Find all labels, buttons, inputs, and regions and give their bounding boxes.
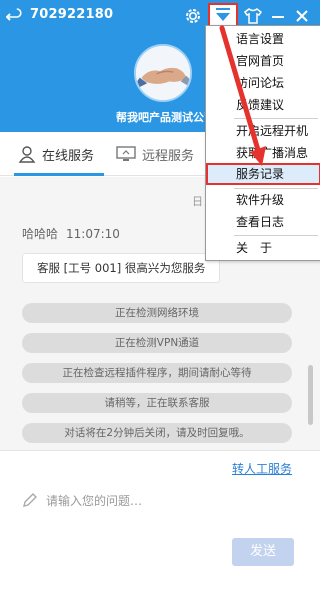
tab-online-label: 在线服务	[42, 148, 95, 164]
menu-item-remote-boot[interactable]: 开启远程开机	[206, 120, 320, 142]
menu-item-about[interactable]: 关 于	[206, 237, 320, 259]
menu-item-feedback[interactable]: 反馈建议	[206, 94, 320, 116]
menu-item-service-records[interactable]: 服务记录	[206, 163, 320, 185]
menu-item-forum[interactable]: 访问论坛	[206, 72, 320, 94]
close-icon[interactable]	[294, 8, 310, 24]
back-icon[interactable]	[6, 7, 24, 25]
message-sender: 哈哈哈 11:07:10	[22, 225, 120, 242]
status-message: 正在检测VPN通道	[22, 333, 292, 353]
settings-dropdown-menu: 语言设置 官网首页 访问论坛 反馈建议 开启远程开机 获取广播消息 服务记录 软…	[205, 25, 320, 261]
menu-separator	[234, 235, 318, 236]
sender-name: 哈哈哈	[22, 227, 59, 241]
tab-online-service[interactable]: 在线服务	[18, 132, 94, 176]
account-id: 702922180	[30, 7, 114, 22]
menu-item-broadcast[interactable]: 获取广播消息	[206, 142, 320, 164]
person-icon	[18, 146, 36, 163]
menu-separator	[234, 118, 318, 119]
message-input[interactable]: 请输入您的问题…	[46, 492, 142, 509]
menu-item-logs[interactable]: 查看日志	[206, 211, 320, 233]
sender-time: 11:07:10	[66, 227, 120, 241]
dropdown-arrow-icon	[216, 8, 230, 21]
status-message: 请稍等，正在联系客服	[22, 393, 292, 413]
menu-item-language[interactable]: 语言设置	[206, 28, 320, 50]
chat-scrollbar[interactable]	[308, 365, 313, 425]
tab-remote-label: 远程服务	[142, 148, 195, 164]
input-divider	[0, 450, 320, 451]
menu-dropdown-button[interactable]	[208, 3, 238, 27]
active-tab-indicator	[14, 173, 104, 176]
menu-item-homepage[interactable]: 官网首页	[206, 50, 320, 72]
handshake-avatar	[134, 44, 192, 102]
status-message: 正在检测网络环境	[22, 303, 292, 323]
skin-shirt-icon[interactable]	[244, 8, 262, 24]
monitor-icon	[116, 146, 136, 161]
date-divider: 日	[192, 195, 203, 208]
menu-item-upgrade[interactable]: 软件升级	[206, 189, 320, 211]
send-button[interactable]: 发送	[232, 538, 294, 566]
gear-icon[interactable]	[184, 7, 202, 25]
status-message: 正在检查远程插件程序，期间请耐心等待	[22, 363, 292, 383]
pencil-icon	[23, 493, 37, 507]
minimize-icon[interactable]	[270, 8, 286, 24]
human-service-link[interactable]: 转人工服务	[232, 460, 292, 477]
status-message: 对话将在2分钟后关闭，请及时回复哦。	[22, 423, 292, 443]
tab-remote-service[interactable]: 远程服务	[116, 132, 194, 176]
agent-greeting-bubble: 客服 [工号 001] 很高兴为您服务	[22, 253, 221, 283]
